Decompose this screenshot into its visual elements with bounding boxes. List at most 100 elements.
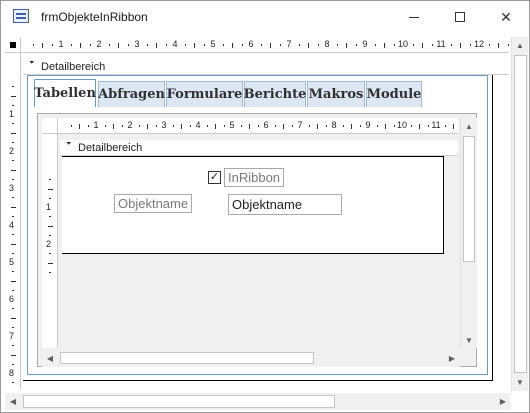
title-bar[interactable]: frmObjekteInRibbon ✕ bbox=[1, 1, 529, 33]
ruler-tick bbox=[49, 253, 51, 255]
ruler-number: 2 bbox=[96, 39, 102, 49]
ruler-tick bbox=[12, 326, 14, 328]
ruler-tick bbox=[223, 125, 225, 127]
ruler-tick bbox=[291, 125, 293, 127]
ruler-tick bbox=[232, 42, 233, 48]
inribbon-checkbox[interactable]: ✓ bbox=[208, 171, 221, 184]
ruler-number: 7 bbox=[9, 331, 15, 341]
tab-abfragen[interactable]: Abfragen bbox=[98, 81, 165, 107]
vertical-ruler[interactable]: 1 2 3 4 5 6 7 8 bbox=[5, 53, 21, 389]
ruler-tick bbox=[431, 44, 433, 46]
inribbon-label[interactable]: InRibbon bbox=[224, 168, 285, 187]
ruler-tick bbox=[453, 123, 454, 129]
scroll-down-icon[interactable]: ▼ bbox=[461, 332, 477, 348]
ruler-number: 2 bbox=[9, 146, 15, 156]
scrollbar-thumb[interactable] bbox=[514, 55, 527, 373]
subform-horizontal-ruler[interactable]: 1 2 3 4 5 6 7 8 9 10 11 bbox=[58, 118, 458, 134]
ruler-tick bbox=[351, 123, 352, 129]
ruler-number: 4 bbox=[195, 120, 201, 130]
ruler-tick bbox=[165, 44, 167, 46]
ruler-number: 9 bbox=[362, 39, 368, 49]
ruler-selector[interactable] bbox=[5, 37, 21, 53]
ruler-number: 2 bbox=[127, 120, 133, 130]
scroll-left-icon[interactable]: ◀ bbox=[5, 393, 21, 409]
ruler-tick bbox=[12, 141, 14, 143]
scroll-left-icon[interactable]: ◀ bbox=[42, 350, 58, 366]
ruler-tick bbox=[12, 123, 14, 125]
horizontal-ruler[interactable]: 1 2 3 4 5 6 7 8 9 10 11 12 bbox=[21, 37, 509, 53]
scroll-down-icon[interactable]: ▼ bbox=[512, 374, 528, 390]
tab-formulare[interactable]: Formulare bbox=[166, 81, 243, 107]
subform-vertical-ruler[interactable]: 12 bbox=[42, 134, 58, 348]
ruler-number: 5 bbox=[9, 257, 15, 267]
subform-horizontal-scrollbar[interactable]: ◀ ▶ bbox=[42, 350, 460, 367]
subform-control[interactable]: 1 2 3 4 5 6 7 8 9 10 11 12 🢓 Detailbereich ✓ InRib… bbox=[37, 113, 477, 367]
ruler-tick bbox=[249, 123, 250, 129]
outer-horizontal-scrollbar[interactable]: ◀ ▶ bbox=[5, 393, 511, 410]
scroll-right-icon[interactable]: ▶ bbox=[444, 350, 460, 366]
scroll-up-icon[interactable]: ▲ bbox=[512, 37, 528, 53]
ruler-number: 5 bbox=[229, 120, 235, 130]
ruler-tick bbox=[12, 289, 14, 291]
scrollbar-thumb[interactable] bbox=[463, 136, 475, 262]
ruler-tick bbox=[283, 123, 284, 129]
maximize-button[interactable] bbox=[437, 1, 483, 33]
tab-berichte[interactable]: Berichte bbox=[244, 81, 306, 107]
detail-section-bar[interactable]: 🢓 Detailbereich bbox=[23, 59, 509, 75]
ruler-tick bbox=[359, 125, 361, 127]
ruler-tick bbox=[12, 271, 14, 273]
ruler-tick bbox=[79, 123, 80, 129]
ruler-tick bbox=[47, 188, 53, 190]
ruler-tick bbox=[49, 271, 51, 273]
ruler-tick bbox=[346, 42, 347, 48]
ruler-number: 6 bbox=[248, 39, 254, 49]
ruler-number: 5 bbox=[210, 39, 216, 49]
ruler-number: 2 bbox=[46, 239, 52, 249]
ruler-tick bbox=[172, 125, 174, 127]
close-icon: ✕ bbox=[500, 8, 512, 25]
ruler-number: 3 bbox=[161, 120, 167, 130]
tab-module[interactable]: Module bbox=[366, 81, 422, 107]
ruler-tick bbox=[419, 123, 420, 129]
ruler-tick bbox=[10, 132, 16, 134]
subform-detail-section-bar[interactable]: 🢓 Detailbereich bbox=[60, 140, 458, 156]
ruler-tick bbox=[241, 44, 243, 46]
tab-makros[interactable]: Makros bbox=[307, 81, 365, 107]
scrollbar-thumb[interactable] bbox=[23, 395, 335, 408]
ruler-tick bbox=[10, 280, 16, 282]
ruler-tick bbox=[12, 345, 14, 347]
ruler-tick bbox=[12, 160, 14, 162]
close-button[interactable]: ✕ bbox=[483, 1, 529, 33]
subform-vertical-scrollbar[interactable]: ▲ ▼ bbox=[460, 118, 477, 348]
ruler-tick bbox=[12, 363, 14, 365]
ruler-number: 6 bbox=[263, 120, 269, 130]
subform-detail-section-label: Detailbereich bbox=[78, 142, 143, 154]
objektname-label[interactable]: Objektname bbox=[114, 194, 193, 213]
subform-ruler-selector[interactable] bbox=[42, 118, 58, 134]
ruler-tick bbox=[308, 42, 309, 48]
ruler-tick bbox=[374, 44, 376, 46]
ruler-tick bbox=[49, 216, 51, 218]
ruler-tick bbox=[147, 123, 148, 129]
ruler-number: 11 bbox=[436, 39, 446, 49]
ruler-tick bbox=[156, 42, 157, 48]
ruler-tick bbox=[51, 44, 53, 46]
scroll-right-icon[interactable]: ▶ bbox=[495, 393, 511, 409]
ruler-tick bbox=[498, 42, 499, 48]
ruler-tick bbox=[308, 125, 310, 127]
ruler-tick bbox=[12, 308, 14, 310]
ruler-tick bbox=[42, 42, 43, 48]
ruler-number: 4 bbox=[172, 39, 178, 49]
ruler-tick bbox=[10, 317, 16, 319]
objektname-textbox[interactable]: Objektname bbox=[228, 194, 342, 215]
ruler-tick bbox=[181, 123, 182, 129]
outer-vertical-scrollbar[interactable]: ▲ ▼ bbox=[511, 37, 528, 391]
ruler-tick bbox=[127, 44, 129, 46]
tab-tabellen[interactable]: Tabellen bbox=[34, 79, 96, 107]
ruler-tick bbox=[393, 44, 395, 46]
ruler-tick bbox=[89, 44, 91, 46]
minimize-button[interactable] bbox=[391, 1, 437, 33]
scrollbar-thumb[interactable] bbox=[60, 352, 314, 364]
scroll-up-icon[interactable]: ▲ bbox=[461, 118, 477, 134]
ruler-tick bbox=[12, 382, 14, 384]
